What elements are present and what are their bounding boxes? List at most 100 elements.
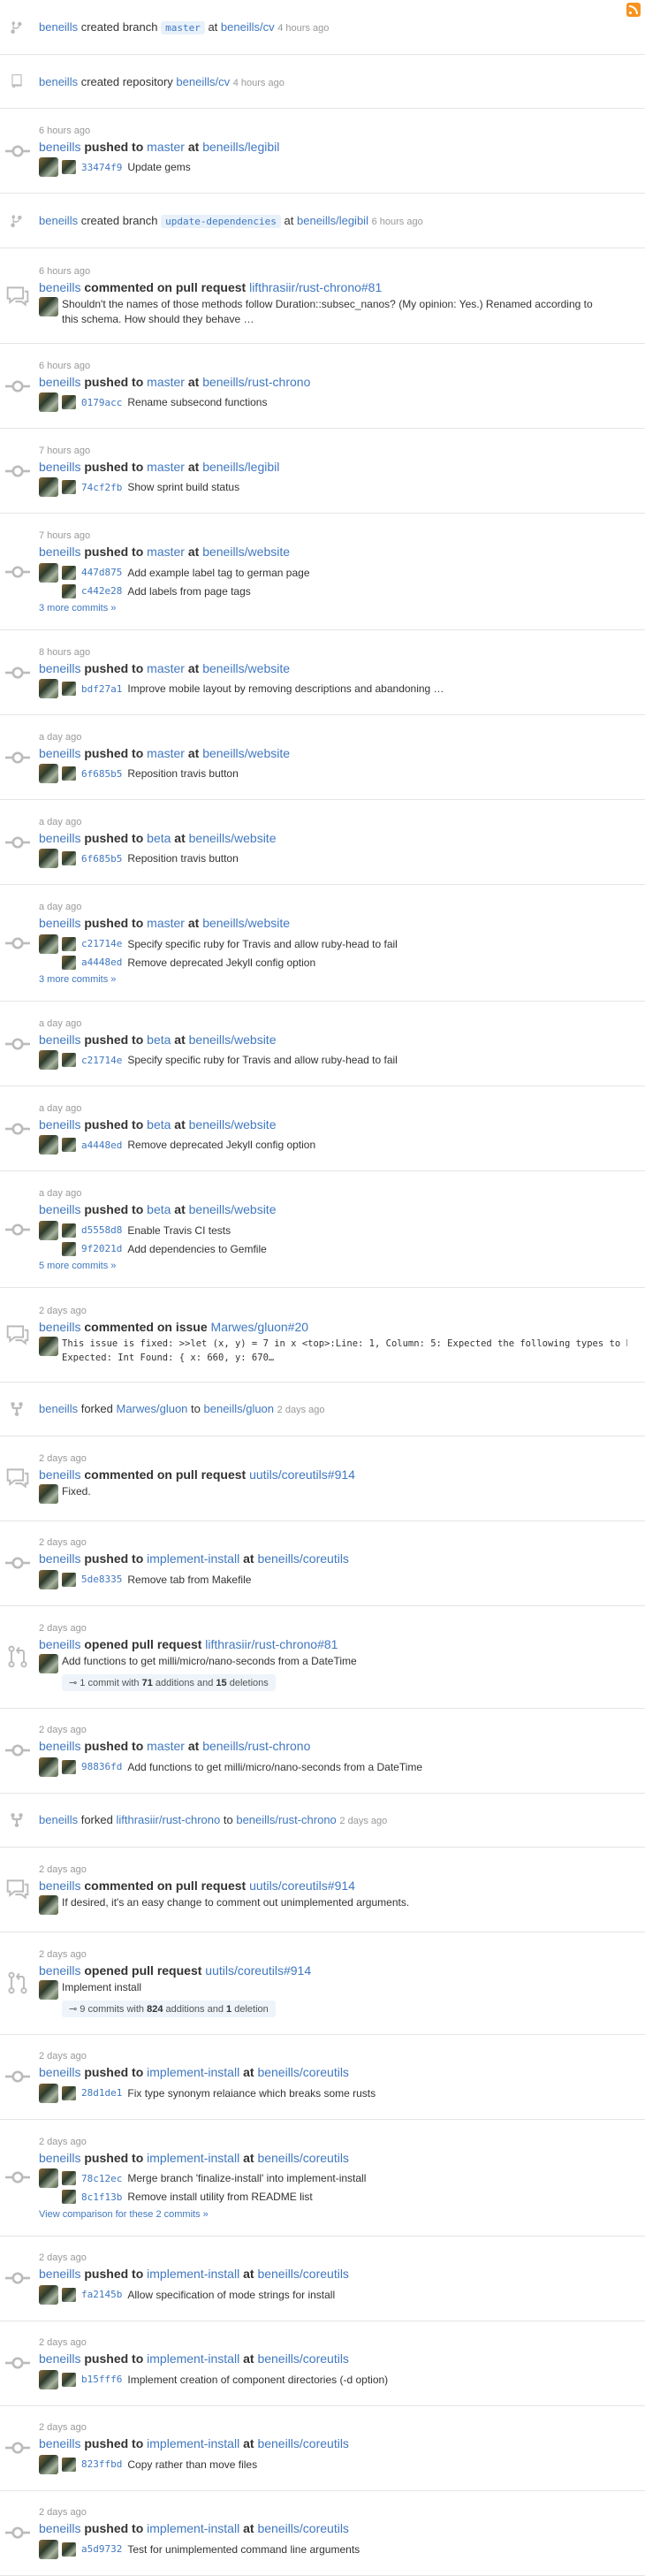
repo-link[interactable]: beneills/website (189, 1033, 277, 1047)
avatar[interactable] (39, 477, 58, 498)
more-commits-link[interactable]: View comparison for these 2 commits » (39, 2209, 645, 2220)
branch-link[interactable]: master (147, 746, 185, 760)
user-link[interactable]: beneills (39, 460, 80, 474)
commit-sha-link[interactable]: 823ffbd (81, 2458, 122, 2470)
repo-link[interactable]: beneills/website (202, 661, 290, 675)
user-link[interactable]: beneills (39, 1117, 80, 1132)
committer-avatar[interactable] (62, 766, 76, 781)
committer-avatar[interactable] (62, 1223, 76, 1238)
committer-avatar[interactable] (62, 395, 76, 410)
user-link[interactable]: beneills (39, 661, 80, 675)
commit-sha-link[interactable]: bdf27a1 (81, 683, 122, 695)
commit-sha-link[interactable]: d5558d8 (81, 1224, 122, 1236)
commit-sha-link[interactable]: 6f685b5 (81, 768, 122, 780)
committer-avatar[interactable] (62, 160, 76, 175)
target-link[interactable]: lifthrasiir/rust-chrono#81 (205, 1637, 338, 1651)
target-link[interactable]: uutils/coreutils#914 (249, 1879, 355, 1893)
repo-link[interactable]: beneills/website (202, 545, 290, 559)
commit-sha-link[interactable]: 0179acc (81, 397, 122, 408)
commit-sha-link[interactable]: 5de8335 (81, 1574, 122, 1585)
avatar[interactable] (39, 2168, 58, 2189)
repo-link[interactable]: beneills/website (189, 1117, 277, 1132)
user-link[interactable]: beneills (39, 2521, 80, 2535)
committer-avatar[interactable] (62, 936, 76, 951)
avatar[interactable] (39, 2083, 58, 2103)
avatar[interactable] (39, 934, 58, 954)
branch-link[interactable]: master (147, 661, 185, 675)
branch-link[interactable]: implement-install (147, 2436, 239, 2450)
commit-sha-link[interactable]: b15fff6 (81, 2374, 122, 2385)
committer-avatar[interactable] (62, 480, 76, 495)
avatar[interactable] (39, 764, 58, 784)
avatar[interactable] (39, 2454, 58, 2474)
avatar[interactable] (39, 1895, 58, 1916)
pr-stats[interactable]: ⊸ 1 commit with 71 additions and 15 dele… (62, 1674, 276, 1692)
repo-link[interactable]: beneills/legibil (202, 460, 279, 474)
commit-sha-link[interactable]: c21714e (81, 938, 122, 949)
branch-link[interactable]: beta (147, 1117, 171, 1132)
repo-link[interactable]: beneills/coreutils (257, 2151, 349, 2165)
committer-avatar[interactable] (62, 1759, 76, 1774)
avatar[interactable] (39, 1757, 58, 1777)
more-commits-link[interactable]: 5 more commits » (39, 1261, 645, 1271)
repo-link[interactable]: beneills/coreutils (257, 2351, 349, 2366)
user-link[interactable]: beneills (39, 2436, 80, 2450)
source-repo-link[interactable]: Marwes/gluon (116, 1402, 187, 1415)
branch-link[interactable]: beta (147, 831, 171, 845)
user-link[interactable]: beneills (39, 375, 80, 389)
branch-link[interactable]: master (147, 545, 185, 559)
user-link[interactable]: beneills (39, 2151, 80, 2165)
avatar[interactable] (39, 1336, 58, 1356)
commit-sha-link[interactable]: a5d9732 (81, 2543, 122, 2555)
user-link[interactable]: beneills (39, 1402, 78, 1415)
target-link[interactable]: uutils/coreutils#914 (205, 1963, 311, 1978)
commit-sha-link[interactable]: a4448ed (81, 956, 122, 968)
avatar[interactable] (39, 157, 58, 178)
committer-avatar[interactable] (62, 583, 76, 598)
repo-link[interactable]: beneills/website (202, 746, 290, 760)
target-link[interactable]: lifthrasiir/rust-chrono#81 (249, 280, 382, 294)
repo-link[interactable]: beneills/rust-chrono (202, 1739, 310, 1753)
avatar[interactable] (39, 2284, 58, 2305)
branch-link[interactable]: master (147, 460, 185, 474)
user-link[interactable]: beneills (39, 545, 80, 559)
user-link[interactable]: beneills (39, 140, 80, 154)
fork-repo-link[interactable]: beneills/rust-chrono (236, 1813, 336, 1826)
avatar[interactable] (39, 1980, 58, 2001)
committer-avatar[interactable] (62, 2171, 76, 2186)
user-link[interactable]: beneills (39, 1963, 80, 1978)
repo-link[interactable]: beneills/website (189, 831, 277, 845)
branch-link[interactable]: master (147, 1739, 185, 1753)
committer-avatar[interactable] (62, 2287, 76, 2302)
user-link[interactable]: beneills (39, 2351, 80, 2366)
avatar[interactable] (39, 2539, 58, 2559)
committer-avatar[interactable] (62, 851, 76, 866)
repo-link[interactable]: beneills/coreutils (257, 2521, 349, 2535)
avatar[interactable] (39, 1135, 58, 1155)
commit-sha-link[interactable]: fa2145b (81, 2289, 122, 2300)
avatar[interactable] (39, 679, 58, 699)
avatar[interactable] (39, 849, 58, 869)
committer-avatar[interactable] (62, 2542, 76, 2557)
user-link[interactable]: beneills (39, 831, 80, 845)
repo-link[interactable]: beneills/cv (176, 75, 230, 88)
user-link[interactable]: beneills (39, 1637, 80, 1651)
committer-avatar[interactable] (62, 1138, 76, 1153)
fork-repo-link[interactable]: beneills/gluon (204, 1402, 275, 1415)
branch-link[interactable]: implement-install (147, 2267, 239, 2281)
user-link[interactable]: beneills (39, 1467, 80, 1482)
repo-link[interactable]: beneills/legibil (297, 214, 368, 227)
repo-link[interactable]: beneills/website (202, 916, 290, 930)
branch-link[interactable]: master (147, 140, 185, 154)
user-link[interactable]: beneills (39, 75, 78, 88)
commit-sha-link[interactable]: 98836fd (81, 1761, 122, 1772)
avatar[interactable] (39, 296, 58, 316)
committer-avatar[interactable] (62, 955, 76, 970)
repo-link[interactable]: beneills/coreutils (257, 2436, 349, 2450)
user-link[interactable]: beneills (39, 2065, 80, 2079)
user-link[interactable]: beneills (39, 746, 80, 760)
commit-sha-link[interactable]: c21714e (81, 1055, 122, 1066)
commit-sha-link[interactable]: 6f685b5 (81, 853, 122, 865)
committer-avatar[interactable] (62, 1572, 76, 1587)
user-link[interactable]: beneills (39, 1320, 80, 1334)
